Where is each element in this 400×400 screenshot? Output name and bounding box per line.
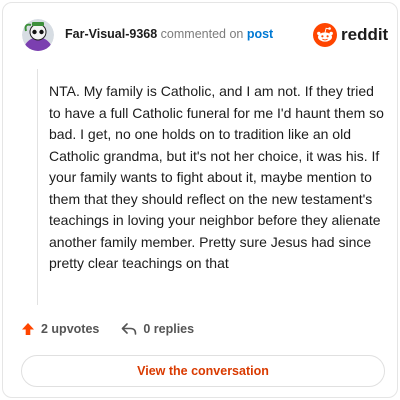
upvote-count: 2 upvotes (41, 322, 100, 336)
comment-card: Far-Visual-9368 commented on post reddit… (2, 2, 398, 398)
comment-body: NTA. My family is Catholic, and I am not… (49, 83, 384, 271)
avatar[interactable] (22, 19, 54, 51)
comment-header: Far-Visual-9368 commented on post (65, 27, 273, 41)
reddit-brand[interactable]: reddit (313, 23, 388, 47)
avatar-icon (22, 19, 54, 51)
view-conversation-label: View the conversation (137, 364, 269, 378)
reply-count: 0 replies (143, 322, 195, 336)
reddit-logo-icon (313, 23, 337, 47)
upvote-button[interactable]: 2 upvotes (21, 322, 99, 336)
action-text: commented on (157, 27, 247, 41)
comment-actions: 2 upvotes 0 replies (21, 321, 194, 337)
brand-wordmark: reddit (341, 25, 389, 44)
username-link[interactable]: Far-Visual-9368 (65, 27, 157, 41)
view-conversation-button[interactable]: View the conversation (21, 355, 385, 387)
thread-line (37, 69, 38, 305)
upvote-arrow-icon (22, 323, 34, 335)
post-link[interactable]: post (247, 27, 273, 41)
replies-button[interactable]: 0 replies (121, 322, 194, 336)
reply-icon (122, 323, 137, 335)
